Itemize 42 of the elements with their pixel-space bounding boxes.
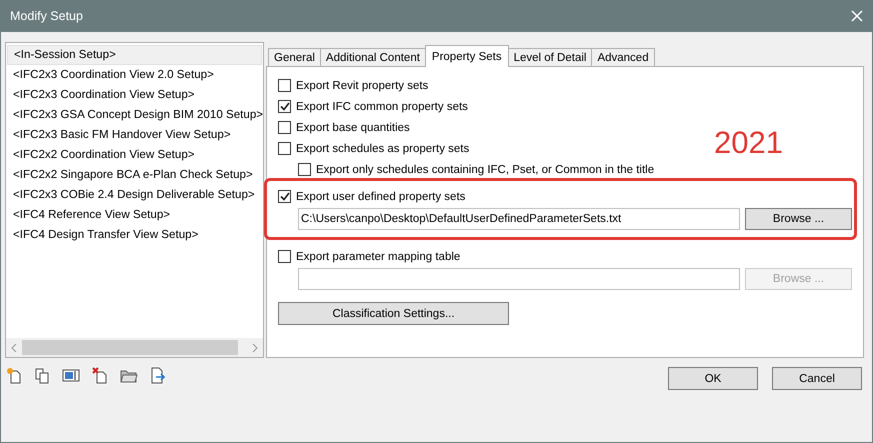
checkbox-label: Export base quantities: [296, 122, 410, 134]
file-path-field[interactable]: [298, 268, 740, 290]
setup-item[interactable]: <In-Session Setup>: [7, 45, 262, 65]
checkbox-label: Export parameter mapping table: [296, 250, 460, 262]
file-path-field[interactable]: C:\Users\canpo\Desktop\DefaultUserDefinedParameterSets.txt: [298, 208, 740, 230]
checkbox[interactable]: [278, 121, 291, 134]
browse-button[interactable]: Browse ...: [745, 208, 852, 230]
annotation-label: 2021: [714, 125, 783, 161]
checkbox-label: Export only schedules containing IFC, Pset, or Common in the title: [316, 164, 654, 176]
setup-item[interactable]: <IFC2x2 Coordination View Setup>: [7, 145, 262, 165]
checkbox-label: Export Revit property sets: [296, 80, 428, 92]
folder-icon[interactable]: [120, 368, 138, 382]
checkbox[interactable]: [278, 79, 291, 92]
tab[interactable]: Advanced: [591, 48, 655, 67]
setup-item[interactable]: <IFC2x2 Singapore BCA e-Plan Check Setup>: [7, 165, 262, 185]
close-icon[interactable]: [850, 9, 864, 23]
setup-item[interactable]: <IFC2x3 Basic FM Handover View Setup>: [7, 125, 262, 145]
setup-item[interactable]: <IFC4 Design Transfer View Setup>: [7, 225, 262, 245]
dialog-button[interactable]: Cancel: [772, 367, 862, 390]
setup-item[interactable]: <IFC2x3 GSA Concept Design BIM 2010 Setup>: [7, 105, 262, 125]
rename-icon[interactable]: [62, 368, 80, 383]
setup-item[interactable]: <IFC2x3 Coordination View Setup>: [7, 85, 262, 105]
checkbox[interactable]: [278, 100, 291, 113]
tab[interactable]: Property Sets: [424, 45, 509, 67]
new-document-icon[interactable]: [6, 367, 22, 384]
checkbox[interactable]: [278, 142, 291, 155]
dialog-button[interactable]: OK: [668, 367, 758, 390]
tab[interactable]: General: [268, 48, 321, 67]
export-icon[interactable]: [150, 367, 166, 384]
setup-item[interactable]: <IFC4 Reference View Setup>: [7, 205, 262, 225]
classification-settings-button[interactable]: Classification Settings...: [278, 302, 509, 325]
window-title: Modify Setup: [10, 9, 83, 23]
delete-icon[interactable]: [92, 367, 108, 384]
setup-item[interactable]: <IFC2x3 COBie 2.4 Design Deliverable Setup>: [7, 185, 262, 205]
checkbox-label: Export user defined property sets: [296, 190, 466, 202]
checkbox[interactable]: [298, 163, 311, 176]
checkbox[interactable]: [278, 190, 291, 203]
setup-item[interactable]: <IFC2x3 Coordination View 2.0 Setup>: [7, 65, 262, 85]
checkbox-label: Export schedules as property sets: [296, 142, 470, 154]
copy-icon[interactable]: [34, 367, 50, 384]
checkbox[interactable]: [278, 250, 291, 263]
checkbox-label: Export IFC common property sets: [296, 100, 468, 112]
